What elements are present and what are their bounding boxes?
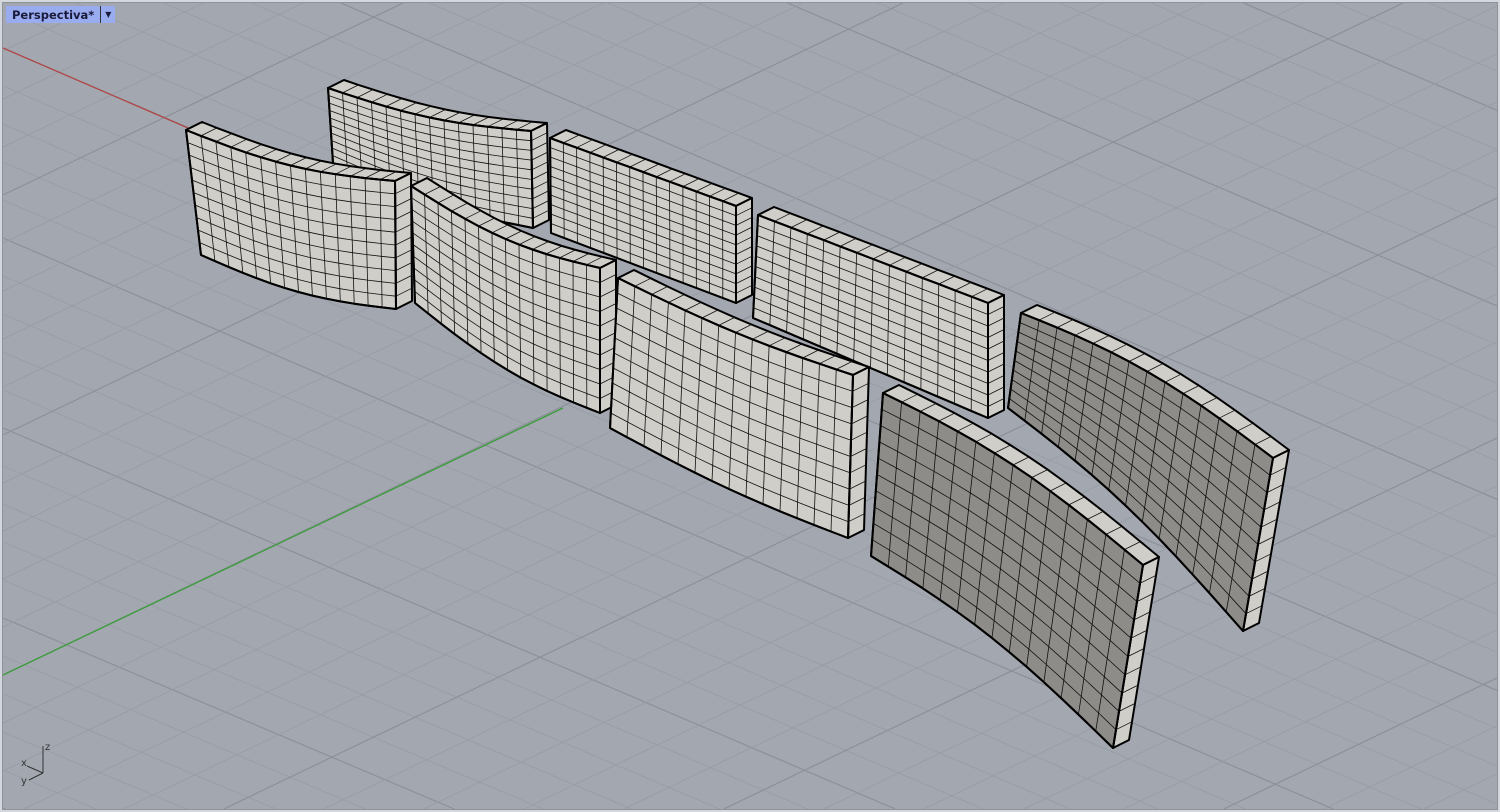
dropdown-arrow-icon[interactable]: ▼ <box>100 6 115 23</box>
viewport-tab[interactable]: Perspectiva* ▼ <box>6 6 116 23</box>
x-axis-line <box>3 47 189 129</box>
grid-line <box>3 807 6 809</box>
axis-widget-icon: z x y <box>21 742 50 787</box>
grid-line <box>1423 773 1497 809</box>
grid-line <box>877 3 1497 268</box>
grid-line <box>1123 629 1497 809</box>
grid-line <box>1059 3 1497 190</box>
grid-line <box>1429 3 1497 32</box>
axis-y-label: y <box>21 776 27 787</box>
grid-line <box>1335 3 1497 72</box>
grid-line <box>1223 677 1497 809</box>
y-axis-line <box>3 407 564 676</box>
axis-x-label: x <box>21 758 27 769</box>
perspective-viewport[interactable]: Perspectiva* ▼ z x y <box>2 2 1498 810</box>
grid-line <box>3 617 455 809</box>
grid-line <box>3 503 720 809</box>
grid-line <box>1323 725 1497 809</box>
viewport-canvas[interactable] <box>3 3 1497 809</box>
axis-z-label: z <box>45 742 50 753</box>
grid-line <box>3 465 808 809</box>
viewport-title[interactable]: Perspectiva* <box>6 8 100 22</box>
grid-line <box>1151 3 1497 150</box>
grid-line <box>3 3 304 148</box>
